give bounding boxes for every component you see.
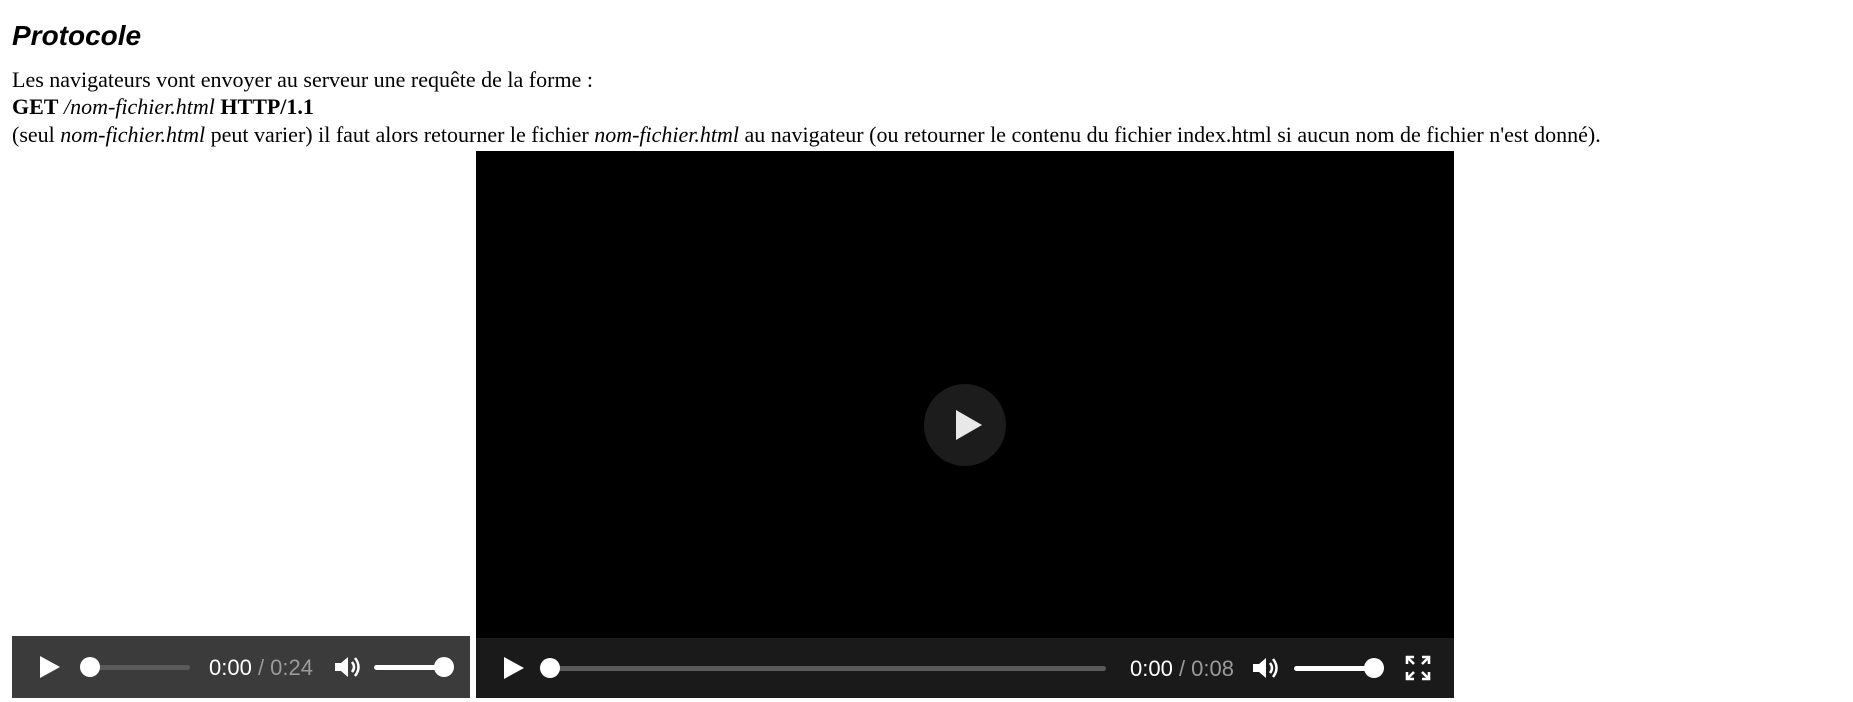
video-play-icon[interactable]: [500, 653, 528, 683]
audio-duration: 0:24: [270, 655, 313, 680]
request-version: HTTP/1.1: [220, 94, 314, 119]
audio-time: 0:00 / 0:24: [209, 657, 313, 679]
note-em-1: nom-fichier.html: [60, 122, 206, 147]
video-time-separator: /: [1172, 656, 1192, 681]
video-volume-track[interactable]: [1294, 666, 1374, 671]
request-path: /nom-fichier.html: [63, 94, 215, 119]
video-volume-icon[interactable]: [1250, 653, 1280, 683]
audio-volume-thumb[interactable]: [434, 657, 454, 677]
note-part-2: peut varier) il faut alors retourner le …: [205, 122, 595, 147]
note-part-3: au navigateur (ou retourner le contenu d…: [739, 122, 1601, 147]
video-current-time: 0:00: [1130, 656, 1173, 681]
request-method: GET: [12, 94, 59, 119]
audio-volume-icon[interactable]: [332, 652, 362, 682]
video-time: 0:00 / 0:08: [1130, 658, 1234, 680]
video-duration: 0:08: [1191, 656, 1234, 681]
fullscreen-icon[interactable]: [1404, 654, 1432, 682]
video-player: 0:00 / 0:08: [476, 151, 1454, 698]
audio-progress-track[interactable]: [90, 665, 190, 670]
video-controls: 0:00 / 0:08: [476, 638, 1454, 698]
section-heading: Protocole: [12, 20, 142, 51]
video-volume-thumb[interactable]: [1364, 658, 1384, 678]
audio-time-separator: /: [251, 655, 271, 680]
video-progress-track[interactable]: [550, 666, 1106, 671]
request-line: GET /nom-fichier.html HTTP/1.1: [12, 96, 314, 118]
video-progress-thumb[interactable]: [540, 658, 560, 678]
note-text: (seul nom-fichier.html peut varier) il f…: [12, 124, 1601, 146]
audio-player: 0:00 / 0:24: [12, 636, 470, 698]
audio-current-time: 0:00: [209, 655, 252, 680]
intro-text: Les navigateurs vont envoyer au serveur …: [12, 67, 593, 92]
note-part-1: (seul: [12, 122, 61, 147]
big-play-icon[interactable]: [924, 384, 1006, 466]
note-em-2: nom-fichier.html: [594, 122, 740, 147]
audio-play-icon[interactable]: [36, 652, 64, 682]
audio-progress-thumb[interactable]: [80, 657, 100, 677]
